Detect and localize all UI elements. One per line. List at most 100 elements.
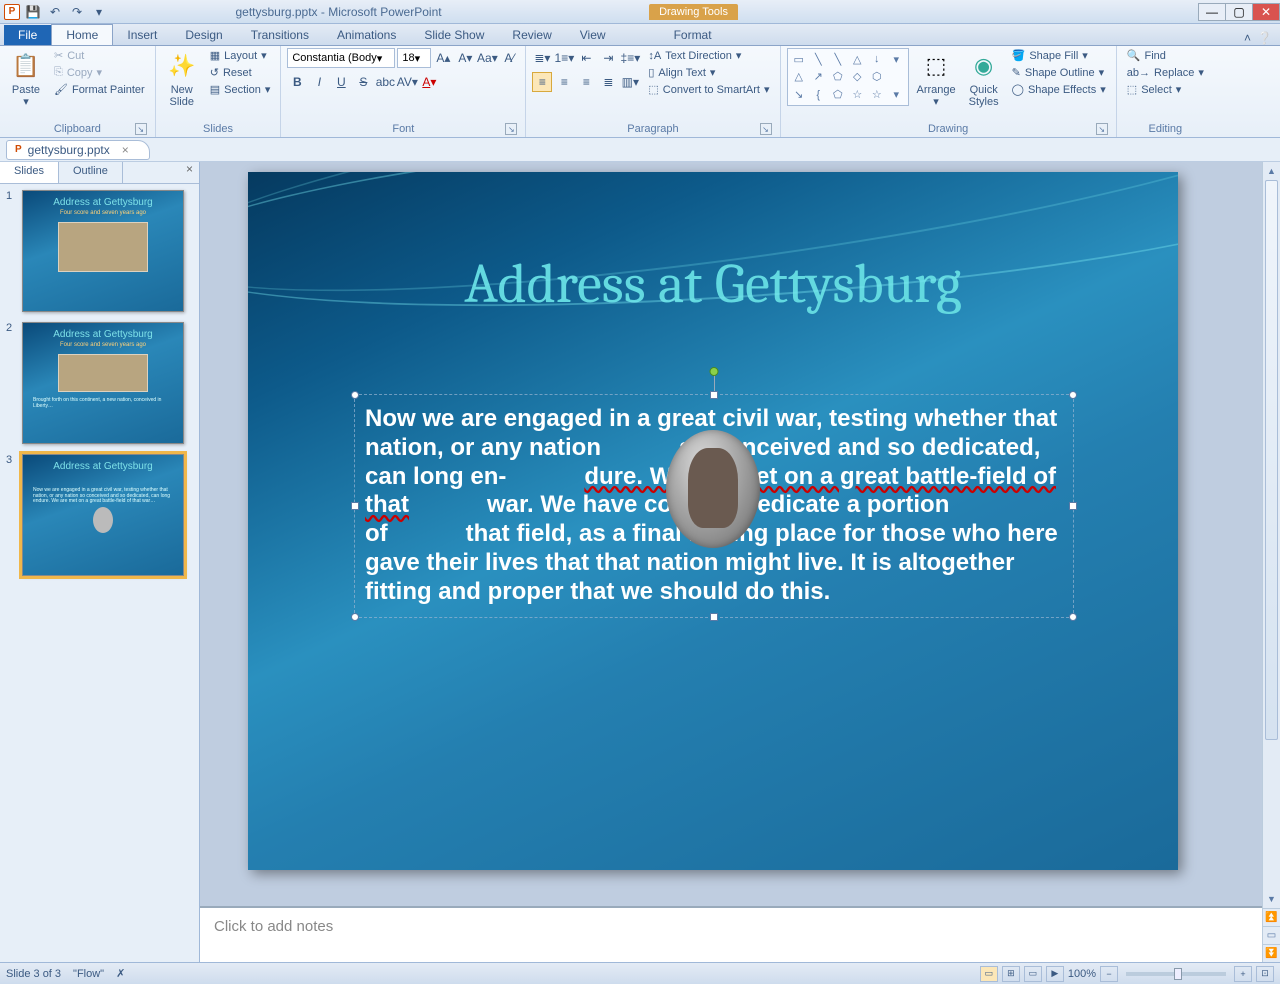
arrange-button[interactable]: ⬚Arrange▾ (913, 48, 960, 110)
font-color-button[interactable]: A▾ (419, 72, 439, 92)
slide-thumbnail-1[interactable]: Address at GettysburgFour score and seve… (22, 190, 184, 312)
fit-window-button[interactable]: ⊡ (1256, 966, 1274, 982)
tab-outline-panel[interactable]: Outline (59, 162, 123, 183)
grow-font-button[interactable]: A▴ (433, 48, 453, 68)
portrait-image[interactable] (666, 430, 760, 548)
tab-format[interactable]: Format (660, 25, 726, 45)
increase-indent-button[interactable]: ⇥ (598, 48, 618, 68)
undo-button[interactable]: ↶ (46, 3, 64, 21)
resize-handle-w[interactable] (351, 502, 359, 510)
text-direction-button[interactable]: ↕A Text Direction ▾ (644, 48, 773, 63)
reset-button[interactable]: ↺ Reset (206, 65, 275, 80)
tab-insert[interactable]: Insert (113, 25, 171, 45)
vertical-scrollbar[interactable]: ▲ ▼ ⏫ ▭ ⏬ (1262, 162, 1280, 962)
slideshow-view-button[interactable]: ▶ (1046, 966, 1064, 982)
scroll-down-icon[interactable]: ▼ (1263, 890, 1280, 908)
scroll-up-icon[interactable]: ▲ (1263, 162, 1280, 180)
align-text-button[interactable]: ▯ Align Text ▾ (644, 65, 773, 80)
drawing-launcher[interactable]: ↘ (1096, 123, 1108, 135)
shape-effects-button[interactable]: ◯ Shape Effects ▾ (1008, 82, 1110, 97)
zoom-slider[interactable] (1126, 972, 1226, 976)
format-painter-button[interactable]: 🖌 Format Painter (50, 82, 149, 97)
shadow-button[interactable]: abc (375, 72, 395, 92)
shape-outline-button[interactable]: ✎ Shape Outline ▾ (1008, 65, 1110, 80)
tab-animations[interactable]: Animations (323, 25, 410, 45)
tab-slideshow[interactable]: Slide Show (410, 25, 498, 45)
minimize-ribbon-icon[interactable]: ˄ (1244, 31, 1251, 45)
save-button[interactable]: 💾 (24, 3, 42, 21)
slide-nav-icon[interactable]: ▭ (1263, 926, 1280, 944)
next-slide-icon[interactable]: ⏬ (1263, 944, 1280, 962)
prev-slide-icon[interactable]: ⏫ (1263, 908, 1280, 926)
change-case-button[interactable]: Aa▾ (477, 48, 497, 68)
close-panel-icon[interactable]: × (180, 162, 199, 183)
qat-customize[interactable]: ▾ (90, 3, 108, 21)
tab-file[interactable]: File (4, 25, 51, 45)
align-center-button[interactable]: ≡ (554, 72, 574, 92)
slide-canvas[interactable]: Address at Gettysburg Now we are engaged… (200, 162, 1262, 906)
paste-button[interactable]: 📋 Paste▾ (6, 48, 46, 110)
rotation-handle[interactable] (710, 367, 719, 376)
scrollbar-thumb[interactable] (1265, 180, 1278, 740)
close-doc-icon[interactable]: × (122, 143, 129, 157)
columns-button[interactable]: ▥▾ (620, 72, 640, 92)
sorter-view-button[interactable]: ⊞ (1002, 966, 1020, 982)
resize-handle-se[interactable] (1069, 613, 1077, 621)
slide-title[interactable]: Address at Gettysburg (248, 252, 1178, 316)
new-slide-button[interactable]: ✨ New Slide (162, 48, 202, 110)
decrease-indent-button[interactable]: ⇤ (576, 48, 596, 68)
copy-button[interactable]: ⎘ Copy ▾ (50, 65, 149, 80)
resize-handle-n[interactable] (710, 391, 718, 399)
normal-view-button[interactable]: ▭ (980, 966, 998, 982)
minimize-button[interactable]: — (1198, 3, 1226, 21)
document-tab[interactable]: P gettysburg.pptx × (6, 140, 150, 160)
close-button[interactable]: ✕ (1252, 3, 1280, 21)
zoom-out-button[interactable]: − (1100, 966, 1118, 982)
resize-handle-s[interactable] (710, 613, 718, 621)
select-button[interactable]: ⬚ Select ▾ (1123, 82, 1208, 97)
shrink-font-button[interactable]: A▾ (455, 48, 475, 68)
section-button[interactable]: ▤ Section ▾ (206, 82, 275, 97)
maximize-button[interactable]: ▢ (1225, 3, 1253, 21)
font-launcher[interactable]: ↘ (505, 123, 517, 135)
tab-home[interactable]: Home (51, 24, 113, 45)
tab-transitions[interactable]: Transitions (237, 25, 323, 45)
slide-thumbnail-2[interactable]: Address at GettysburgFour score and seve… (22, 322, 184, 444)
paragraph-launcher[interactable]: ↘ (760, 123, 772, 135)
font-size-combo[interactable]: 18 ▾ (397, 48, 431, 68)
reading-view-button[interactable]: ▭ (1024, 966, 1042, 982)
font-name-combo[interactable]: Constantia (Body ▾ (287, 48, 395, 68)
replace-button[interactable]: ab→ Replace ▾ (1123, 65, 1208, 80)
clear-formatting-button[interactable]: A⁄ (499, 48, 519, 68)
clipboard-launcher[interactable]: ↘ (135, 123, 147, 135)
redo-button[interactable]: ↷ (68, 3, 86, 21)
zoom-in-button[interactable]: + (1234, 966, 1252, 982)
line-spacing-button[interactable]: ‡≡▾ (620, 48, 640, 68)
numbering-button[interactable]: 1≡▾ (554, 48, 574, 68)
strikethrough-button[interactable]: S (353, 72, 373, 92)
slide[interactable]: Address at Gettysburg Now we are engaged… (248, 172, 1178, 870)
char-spacing-button[interactable]: AV▾ (397, 72, 417, 92)
bullets-button[interactable]: ≣▾ (532, 48, 552, 68)
align-right-button[interactable]: ≡ (576, 72, 596, 92)
smartart-button[interactable]: ⬚ Convert to SmartArt ▾ (644, 82, 773, 97)
resize-handle-ne[interactable] (1069, 391, 1077, 399)
justify-button[interactable]: ≣ (598, 72, 618, 92)
cut-button[interactable]: ✂ Cut (50, 48, 149, 63)
resize-handle-e[interactable] (1069, 502, 1077, 510)
spellcheck-icon[interactable]: ✗ (116, 967, 125, 980)
bold-button[interactable]: B (287, 72, 307, 92)
layout-button[interactable]: ▦ Layout ▾ (206, 48, 275, 63)
shape-fill-button[interactable]: 🪣 Shape Fill ▾ (1008, 48, 1110, 63)
tab-design[interactable]: Design (171, 25, 236, 45)
shapes-gallery[interactable]: ▭╲╲△↓▾ △↗⬠◇⬡ ↘{⬠☆☆▾ (787, 48, 909, 106)
italic-button[interactable]: I (309, 72, 329, 92)
resize-handle-nw[interactable] (351, 391, 359, 399)
quick-styles-button[interactable]: ◉Quick Styles (964, 48, 1004, 110)
tab-view[interactable]: View (566, 25, 620, 45)
align-left-button[interactable]: ≡ (532, 72, 552, 92)
resize-handle-sw[interactable] (351, 613, 359, 621)
find-button[interactable]: 🔍 Find (1123, 48, 1208, 63)
help-icon[interactable]: ❔ (1257, 31, 1272, 45)
tab-slides-panel[interactable]: Slides (0, 162, 59, 183)
